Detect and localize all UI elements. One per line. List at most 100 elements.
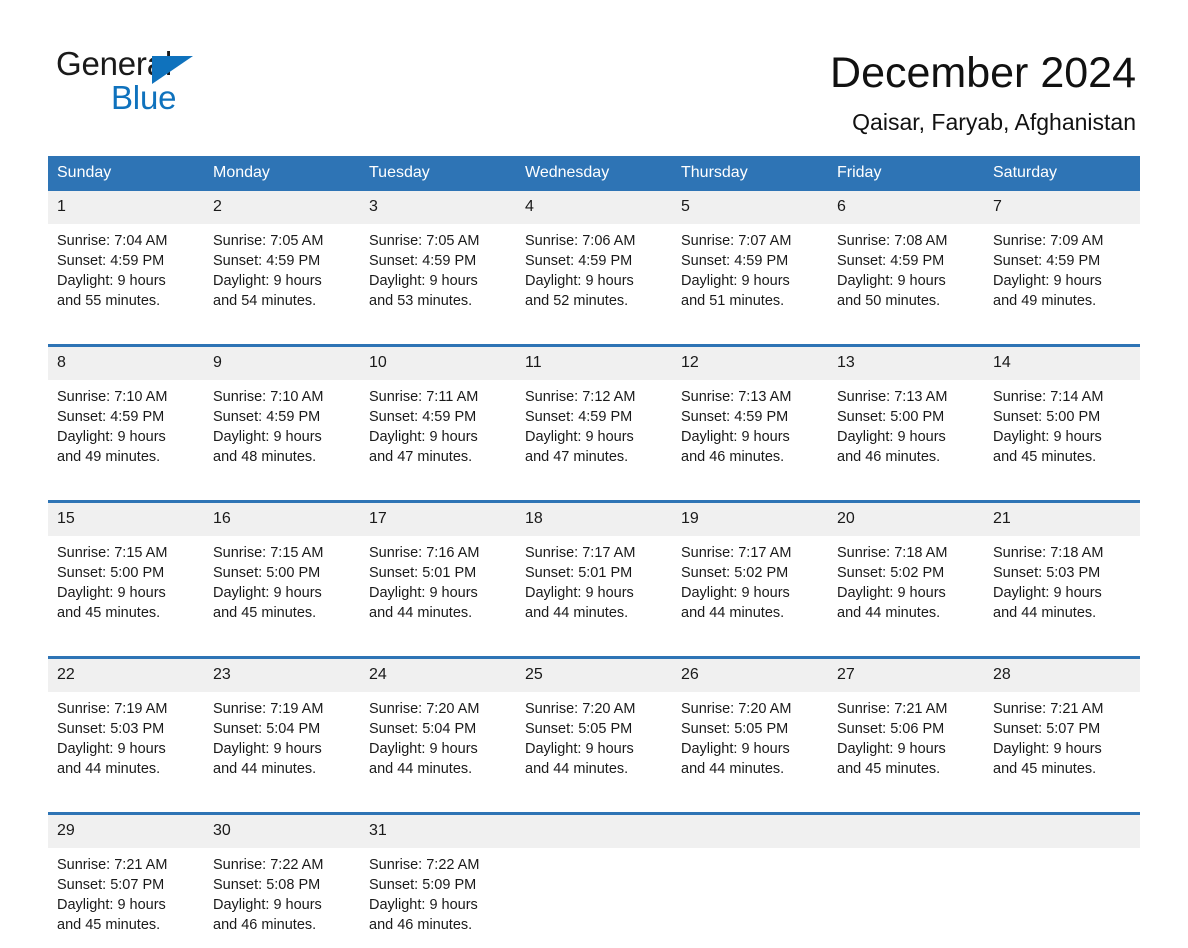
sunrise-line: Sunrise: 7:06 AM (525, 233, 636, 249)
daylight-line-2: and 46 minutes. (213, 917, 317, 933)
day-number[interactable]: 2 (204, 191, 360, 224)
daylight-line-1: Daylight: 9 hours (57, 897, 166, 913)
day-cell[interactable]: Sunrise: 7:13 AM Sunset: 5:00 PM Dayligh… (828, 380, 984, 480)
day-number[interactable]: 19 (672, 503, 828, 536)
day-cell[interactable]: Sunrise: 7:09 AM Sunset: 4:59 PM Dayligh… (984, 224, 1140, 324)
daylight-line-2: and 44 minutes. (369, 605, 473, 621)
daylight-line-1: Daylight: 9 hours (837, 741, 946, 757)
day-cell[interactable]: Sunrise: 7:04 AM Sunset: 4:59 PM Dayligh… (48, 224, 204, 324)
day-number[interactable]: 26 (672, 659, 828, 692)
day-cell[interactable]: Sunrise: 7:21 AM Sunset: 5:06 PM Dayligh… (828, 692, 984, 792)
day-number[interactable]: 20 (828, 503, 984, 536)
sunrise-line: Sunrise: 7:15 AM (213, 545, 324, 561)
day-number[interactable]: 14 (984, 347, 1140, 380)
day-number[interactable]: 30 (204, 815, 360, 848)
day-number[interactable]: 17 (360, 503, 516, 536)
daylight-line-2: and 44 minutes. (681, 605, 785, 621)
daylight-line-2: and 52 minutes. (525, 293, 629, 309)
day-number[interactable]: 1 (48, 191, 204, 224)
day-cell[interactable]: Sunrise: 7:19 AM Sunset: 5:03 PM Dayligh… (48, 692, 204, 792)
sunrise-line: Sunrise: 7:07 AM (681, 233, 792, 249)
day-cell[interactable]: Sunrise: 7:13 AM Sunset: 4:59 PM Dayligh… (672, 380, 828, 480)
day-cell[interactable]: Sunrise: 7:07 AM Sunset: 4:59 PM Dayligh… (672, 224, 828, 324)
daylight-line-1: Daylight: 9 hours (57, 585, 166, 601)
sunset-line: Sunset: 4:59 PM (369, 253, 477, 269)
day-number[interactable]: 9 (204, 347, 360, 380)
day-number[interactable]: 29 (48, 815, 204, 848)
sunrise-line: Sunrise: 7:21 AM (837, 701, 948, 717)
daylight-line-2: and 47 minutes. (369, 449, 473, 465)
day-cell[interactable]: Sunrise: 7:05 AM Sunset: 4:59 PM Dayligh… (204, 224, 360, 324)
generalblue-logo[interactable]: General Blue (56, 46, 236, 120)
daylight-line-1: Daylight: 9 hours (993, 273, 1102, 289)
day-cell[interactable]: Sunrise: 7:18 AM Sunset: 5:03 PM Dayligh… (984, 536, 1140, 636)
sunrise-line: Sunrise: 7:17 AM (525, 545, 636, 561)
day-cell[interactable]: Sunrise: 7:08 AM Sunset: 4:59 PM Dayligh… (828, 224, 984, 324)
day-cell[interactable]: Sunrise: 7:17 AM Sunset: 5:01 PM Dayligh… (516, 536, 672, 636)
day-cell[interactable]: Sunrise: 7:10 AM Sunset: 4:59 PM Dayligh… (48, 380, 204, 480)
sunset-line: Sunset: 5:00 PM (213, 565, 321, 581)
day-number[interactable]: 12 (672, 347, 828, 380)
day-cell[interactable]: Sunrise: 7:21 AM Sunset: 5:07 PM Dayligh… (48, 848, 204, 948)
daylight-line-2: and 44 minutes. (525, 605, 629, 621)
location-subtitle: Qaisar, Faryab, Afghanistan (852, 109, 1136, 135)
day-number[interactable]: 6 (828, 191, 984, 224)
week-details-row: Sunrise: 7:19 AM Sunset: 5:03 PM Dayligh… (48, 692, 1140, 792)
daylight-line-2: and 53 minutes. (369, 293, 473, 309)
day-cell[interactable]: Sunrise: 7:20 AM Sunset: 5:05 PM Dayligh… (516, 692, 672, 792)
day-cell[interactable]: Sunrise: 7:21 AM Sunset: 5:07 PM Dayligh… (984, 692, 1140, 792)
day-cell[interactable]: Sunrise: 7:05 AM Sunset: 4:59 PM Dayligh… (360, 224, 516, 324)
day-number[interactable]: 24 (360, 659, 516, 692)
day-number[interactable]: 15 (48, 503, 204, 536)
day-number[interactable]: 4 (516, 191, 672, 224)
day-cell[interactable]: Sunrise: 7:06 AM Sunset: 4:59 PM Dayligh… (516, 224, 672, 324)
sunrise-line: Sunrise: 7:20 AM (681, 701, 792, 717)
day-number[interactable]: 7 (984, 191, 1140, 224)
day-number[interactable]: 25 (516, 659, 672, 692)
day-number[interactable]: 8 (48, 347, 204, 380)
sunset-line: Sunset: 4:59 PM (369, 409, 477, 425)
sunset-line: Sunset: 5:03 PM (993, 565, 1101, 581)
day-cell[interactable]: Sunrise: 7:11 AM Sunset: 4:59 PM Dayligh… (360, 380, 516, 480)
daylight-line-1: Daylight: 9 hours (369, 897, 478, 913)
daylight-line-1: Daylight: 9 hours (837, 585, 946, 601)
day-cell[interactable]: Sunrise: 7:14 AM Sunset: 5:00 PM Dayligh… (984, 380, 1140, 480)
day-cell[interactable]: Sunrise: 7:20 AM Sunset: 5:04 PM Dayligh… (360, 692, 516, 792)
day-cell[interactable]: Sunrise: 7:15 AM Sunset: 5:00 PM Dayligh… (48, 536, 204, 636)
day-number[interactable]: 3 (360, 191, 516, 224)
day-number[interactable]: 18 (516, 503, 672, 536)
weekday-saturday: Saturday (993, 164, 1058, 181)
day-number[interactable]: 16 (204, 503, 360, 536)
day-number[interactable]: 27 (828, 659, 984, 692)
sunrise-line: Sunrise: 7:04 AM (57, 233, 168, 249)
day-cell[interactable]: Sunrise: 7:12 AM Sunset: 4:59 PM Dayligh… (516, 380, 672, 480)
day-number[interactable]: 10 (360, 347, 516, 380)
day-number[interactable]: 21 (984, 503, 1140, 536)
day-cell[interactable]: Sunrise: 7:22 AM Sunset: 5:09 PM Dayligh… (360, 848, 516, 948)
daylight-line-1: Daylight: 9 hours (681, 741, 790, 757)
daylight-line-2: and 45 minutes. (993, 449, 1097, 465)
day-number[interactable]: 28 (984, 659, 1140, 692)
day-number-empty (516, 815, 672, 848)
day-number[interactable]: 23 (204, 659, 360, 692)
day-cell[interactable]: Sunrise: 7:15 AM Sunset: 5:00 PM Dayligh… (204, 536, 360, 636)
calendar-page: General Blue December 2024 Qaisar, Farya… (0, 0, 1188, 948)
sunset-line: Sunset: 4:59 PM (525, 409, 633, 425)
day-cell[interactable]: Sunrise: 7:10 AM Sunset: 4:59 PM Dayligh… (204, 380, 360, 480)
daylight-line-1: Daylight: 9 hours (369, 585, 478, 601)
day-cell[interactable]: Sunrise: 7:17 AM Sunset: 5:02 PM Dayligh… (672, 536, 828, 636)
day-number[interactable]: 31 (360, 815, 516, 848)
daylight-line-2: and 44 minutes. (57, 761, 161, 777)
day-number[interactable]: 5 (672, 191, 828, 224)
day-cell[interactable]: Sunrise: 7:20 AM Sunset: 5:05 PM Dayligh… (672, 692, 828, 792)
day-cell[interactable]: Sunrise: 7:19 AM Sunset: 5:04 PM Dayligh… (204, 692, 360, 792)
day-number[interactable]: 13 (828, 347, 984, 380)
day-number[interactable]: 22 (48, 659, 204, 692)
day-number-empty (828, 815, 984, 848)
day-number[interactable]: 11 (516, 347, 672, 380)
sunset-line: Sunset: 4:59 PM (681, 253, 789, 269)
day-cell[interactable]: Sunrise: 7:16 AM Sunset: 5:01 PM Dayligh… (360, 536, 516, 636)
day-cell[interactable]: Sunrise: 7:22 AM Sunset: 5:08 PM Dayligh… (204, 848, 360, 948)
day-cell[interactable]: Sunrise: 7:18 AM Sunset: 5:02 PM Dayligh… (828, 536, 984, 636)
sunrise-line: Sunrise: 7:10 AM (213, 389, 324, 405)
